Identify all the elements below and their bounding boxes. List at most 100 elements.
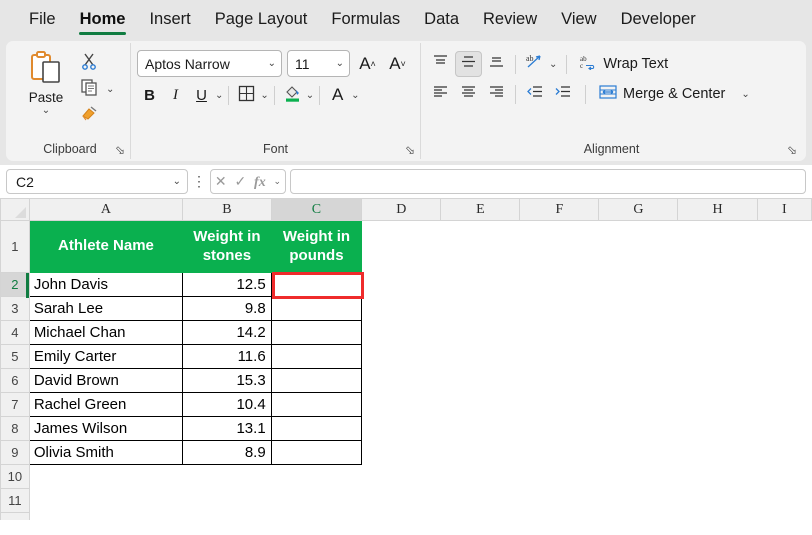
align-top-button[interactable] [427,51,454,77]
cell-a1[interactable]: Athlete Name [28,220,184,273]
cell-i4[interactable] [757,320,812,345]
cell-i2[interactable] [757,272,812,297]
cell-i7[interactable] [757,392,812,417]
cell-b7[interactable]: 10.4 [182,392,272,417]
cell-i12[interactable] [757,512,812,520]
cell-g1[interactable] [598,220,678,273]
cell-i6[interactable] [757,368,812,393]
tab-home[interactable]: Home [69,4,137,37]
clipboard-dialog-launcher-icon[interactable]: ⬂ [115,144,128,157]
enter-check-icon[interactable]: ✓ [234,173,246,190]
column-header-c[interactable]: C [270,198,363,221]
copy-chevron-down-icon[interactable]: ⌄ [106,84,114,95]
insert-function-button[interactable]: fx [254,173,266,191]
cell-e7[interactable] [440,392,520,417]
column-header-e[interactable]: E [440,198,521,221]
cell-d1[interactable] [361,220,441,273]
cell-h6[interactable] [677,368,758,393]
tab-insert[interactable]: Insert [138,4,201,37]
shrink-font-icon[interactable]: A ˅ [385,51,410,77]
cell-c2[interactable] [270,272,363,297]
name-box[interactable]: C2 ⌄ [6,169,188,194]
cell-d10[interactable] [361,464,441,489]
row-header-9[interactable]: 9 [0,440,30,465]
cell-d5[interactable] [361,344,441,369]
cell-e12[interactable] [440,512,520,520]
row-header-7[interactable]: 7 [0,392,30,417]
cell-h7[interactable] [677,392,758,417]
cell-e6[interactable] [440,368,520,393]
cell-a2[interactable]: John Davis [28,272,184,297]
cell-a9[interactable]: Olivia Smith [28,440,184,465]
column-header-d[interactable]: D [361,198,442,221]
column-header-b[interactable]: B [182,198,272,221]
cell-b2[interactable]: 12.5 [182,272,272,297]
align-bottom-button[interactable] [483,51,510,77]
cell-e10[interactable] [440,464,520,489]
row-header-2[interactable]: 2 [0,272,30,297]
cell-a5[interactable]: Emily Carter [28,344,184,369]
column-header-i[interactable]: I [756,198,812,221]
alignment-dialog-launcher-icon[interactable]: ⬂ [787,144,800,157]
italic-button[interactable]: I [163,82,188,108]
tab-file[interactable]: File [18,4,67,37]
cell-g5[interactable] [598,344,678,369]
cell-g11[interactable] [598,488,678,513]
cell-f6[interactable] [519,368,599,393]
increase-indent-button[interactable] [549,81,576,107]
font-size-combo[interactable]: 11 ⌄ [287,50,350,77]
cell-d4[interactable] [361,320,441,345]
underline-button[interactable]: U [189,82,214,108]
cell-a12[interactable] [29,512,183,520]
cell-i10[interactable] [757,464,812,489]
tab-data[interactable]: Data [413,4,470,37]
cell-f8[interactable] [519,416,599,441]
cell-e3[interactable] [440,296,520,321]
cell-b5[interactable]: 11.6 [182,344,272,369]
cell-b11[interactable] [182,488,272,513]
align-middle-button[interactable] [455,51,482,77]
row-header-3[interactable]: 3 [0,296,30,321]
tab-review[interactable]: Review [472,4,548,37]
cell-c9[interactable] [270,440,363,465]
tab-view[interactable]: View [550,4,607,37]
cell-d9[interactable] [361,440,441,465]
cell-c4[interactable] [270,320,363,345]
cell-i9[interactable] [757,440,812,465]
cell-h9[interactable] [677,440,758,465]
cell-f12[interactable] [519,512,599,520]
align-left-button[interactable] [427,81,454,107]
cell-c12[interactable] [271,512,362,520]
copy-button[interactable] [76,77,102,101]
cell-b9[interactable]: 8.9 [182,440,272,465]
cell-e2[interactable] [440,272,520,297]
cell-c11[interactable] [271,488,362,513]
row-header-8[interactable]: 8 [0,416,30,441]
font-color-chevron-down-icon[interactable]: ⌄ [351,90,359,101]
column-header-f[interactable]: F [519,198,600,221]
row-header-1[interactable]: 1 [0,220,30,273]
cell-b10[interactable] [182,464,272,489]
cell-i1[interactable] [757,220,812,273]
cell-g6[interactable] [598,368,678,393]
cell-b8[interactable]: 13.1 [182,416,272,441]
cell-f11[interactable] [519,488,599,513]
orientation-chevron-down-icon[interactable]: ⌄ [549,59,557,70]
cell-b3[interactable]: 9.8 [182,296,272,321]
cell-i3[interactable] [757,296,812,321]
cell-h12[interactable] [677,512,758,520]
cell-f2[interactable] [519,272,599,297]
underline-chevron-down-icon[interactable]: ⌄ [215,90,223,101]
cell-i8[interactable] [757,416,812,441]
cell-a8[interactable]: James Wilson [28,416,184,441]
cell-c7[interactable] [270,392,363,417]
cell-a3[interactable]: Sarah Lee [28,296,184,321]
paste-button[interactable]: Paste ⌄ [16,47,76,116]
cancel-x-icon[interactable]: ✕ [215,173,227,190]
cell-b12[interactable] [182,512,272,520]
cell-g12[interactable] [598,512,678,520]
cell-c8[interactable] [270,416,363,441]
cell-f7[interactable] [519,392,599,417]
cell-d6[interactable] [361,368,441,393]
cell-e8[interactable] [440,416,520,441]
